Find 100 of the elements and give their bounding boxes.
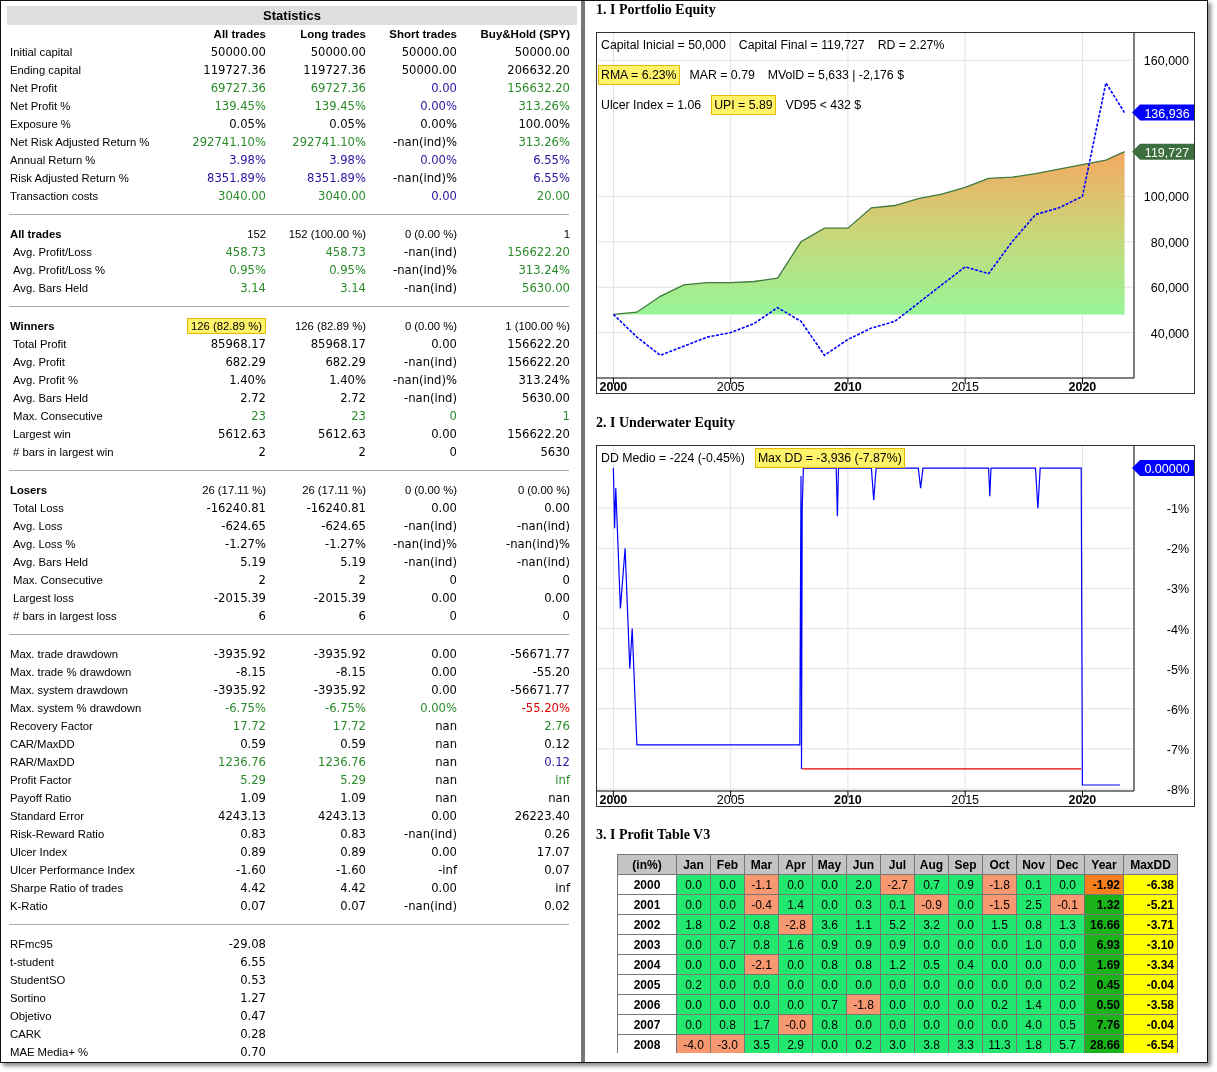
table-cell: 3.14 — [340, 281, 366, 295]
table-cell: 0.00% — [420, 701, 457, 715]
table-cell: 156622.20 — [507, 427, 570, 441]
table-cell: 1236.76 — [318, 755, 366, 769]
table-cell: 0 (0.00 %) — [404, 228, 457, 240]
table-cell: 0.59 — [240, 737, 266, 751]
row-label: Avg. Bars Held — [12, 281, 90, 296]
stat-label: RD = 2.27% — [876, 37, 946, 54]
group-label: All trades — [10, 227, 63, 242]
row-label: Avg. Loss — [12, 519, 64, 534]
table-cell: 26 (17.11 %) — [202, 484, 266, 496]
table-cell: 1 (100.00 %) — [505, 320, 570, 332]
stat-label: Ulcer Index = 1.06 — [600, 97, 703, 114]
row-label: Ulcer Index — [10, 845, 69, 860]
table-cell: -nan(ind) — [517, 555, 570, 569]
column-header: Buy&Hold (SPY) — [479, 27, 570, 42]
table-cell: -1.27% — [325, 537, 366, 551]
table-cell: 119727.36 — [303, 63, 366, 77]
row-label: Risk Adjusted Return % — [10, 171, 130, 186]
table-cell: 0.00 — [431, 665, 457, 679]
table-cell: 682.29 — [325, 355, 366, 369]
table-cell: -2015.39 — [213, 591, 266, 605]
table-cell: 17.72 — [332, 719, 366, 733]
row-header: 2005 — [617, 974, 677, 995]
row-label: Max. Consecutive — [12, 573, 104, 588]
table-cell: 17.07 — [536, 845, 570, 859]
table-cell: nan — [435, 755, 457, 769]
axis-label: 2020 — [1068, 380, 1097, 393]
stat-label: MAR = 0.79 — [688, 67, 756, 84]
table-cell: -6.75% — [225, 701, 266, 715]
table-cell: 0.00 — [431, 591, 457, 605]
table-cell: -3935.92 — [313, 683, 366, 697]
table-cell: 0 (0.00 %) — [404, 484, 457, 496]
table-cell: -6.75% — [325, 701, 366, 715]
table-cell: 156622.20 — [507, 355, 570, 369]
table-cell: 85968.17 — [210, 337, 266, 351]
table-cell: 292741.10% — [292, 135, 366, 149]
group-label: Losers — [10, 483, 49, 498]
table-cell: 5.29 — [340, 773, 366, 787]
column-header: All trades — [212, 27, 266, 42]
table-cell: 6 — [358, 609, 366, 623]
axis-label: 2000 — [599, 793, 628, 806]
row-label: Sharpe Ratio of trades — [10, 881, 125, 896]
table-cell: 1.09 — [240, 791, 266, 805]
row-label: t-student — [10, 955, 55, 970]
stat-label: Capital Final = 119,727 — [737, 37, 866, 54]
table-cell: 5.29 — [240, 773, 266, 787]
column-header: Jan — [676, 854, 711, 875]
table-cell: 0.95% — [229, 263, 266, 277]
table-cell: -16240.81 — [306, 501, 366, 515]
table-cell: 4243.13 — [318, 809, 366, 823]
table-cell: -nan(ind) — [404, 245, 457, 259]
table-cell: 0.00 — [431, 427, 457, 441]
table-cell: 6.55% — [533, 153, 570, 167]
table-cell: -56671.77 — [510, 647, 570, 661]
table-cell: 8351.89% — [307, 171, 366, 185]
table-cell: 3040.00 — [318, 189, 366, 203]
row-label: Standard Error — [10, 809, 86, 824]
row-label: Avg. Profit/Loss % — [12, 263, 107, 278]
row-label: Max. trade drawdown — [10, 647, 119, 662]
axis-label: 2005 — [716, 793, 745, 806]
row-label: Net Profit — [10, 81, 59, 96]
table-cell: 292741.10% — [192, 135, 266, 149]
table-cell: 50000.00 — [514, 45, 570, 59]
row-label: Ulcer Performance Index — [10, 863, 136, 878]
row-header: 2001 — [617, 894, 677, 915]
table-cell: -3935.92 — [213, 683, 266, 697]
table-cell: 313.24% — [518, 373, 570, 387]
row-label: Payoff Ratio — [10, 791, 73, 806]
table-cell: 313.24% — [518, 263, 570, 277]
table-cell: nan — [435, 737, 457, 751]
row-label: Total Profit — [12, 337, 68, 352]
row-label: Recovery Factor — [10, 719, 94, 734]
table-cell: 313.26% — [518, 99, 570, 113]
table-cell: 152 — [247, 228, 266, 240]
column-header: Oct — [982, 854, 1017, 875]
row-label: # bars in largest win — [12, 445, 115, 460]
column-header: May — [812, 854, 847, 875]
table-cell: nan — [435, 719, 457, 733]
table-cell: 0.59 — [340, 737, 366, 751]
row-label: Max. system drawdown — [10, 683, 130, 698]
row-header: 2000 — [617, 874, 677, 895]
table-cell: -nan(ind) — [404, 355, 457, 369]
table-cell: 85968.17 — [310, 337, 366, 351]
row-header: 2004 — [617, 954, 677, 975]
table-cell: 0.12 — [544, 755, 570, 769]
table-cell: 682.29 — [225, 355, 266, 369]
axis-label: 40,000 — [1150, 326, 1189, 341]
table-cell: 5.19 — [340, 555, 366, 569]
row-label: Annual Return % — [10, 153, 97, 168]
table-cell: 0.00 — [431, 683, 457, 697]
axis-label: 2015 — [951, 380, 980, 393]
row-label: Avg. Profit/Loss — [12, 245, 93, 260]
table-cell: 313.26% — [518, 135, 570, 149]
table-cell: inf — [555, 773, 570, 787]
column-header: Aug — [914, 854, 949, 875]
table-cell: 6 — [258, 609, 266, 623]
table-cell: 1236.76 — [218, 755, 266, 769]
table-cell: 0 — [562, 609, 570, 623]
table-cell: 1.40% — [329, 373, 366, 387]
